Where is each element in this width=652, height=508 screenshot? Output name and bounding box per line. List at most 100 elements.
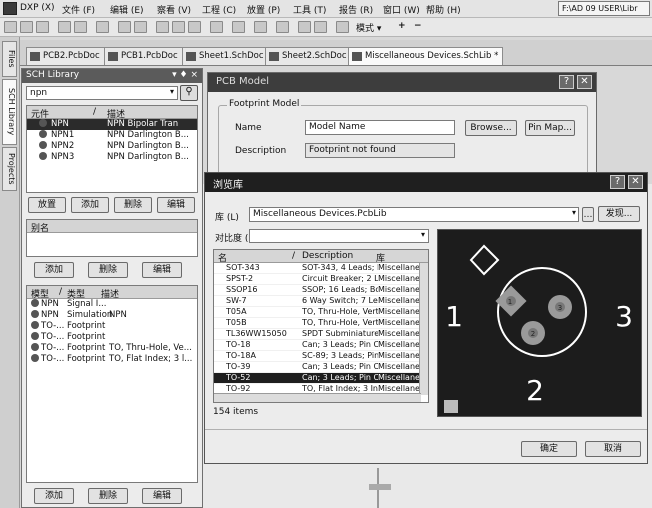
filter-icon[interactable]	[336, 21, 349, 33]
add-model-button[interactable]: 添加	[34, 488, 74, 504]
ok-button[interactable]: 确定	[521, 441, 577, 457]
view-config-icon[interactable]	[444, 400, 458, 413]
delete-component-button[interactable]: 删除	[114, 197, 152, 213]
component-row[interactable]: NPN1 NPN Darlington B...	[27, 130, 197, 141]
model-row[interactable]: TO-... Footprint	[27, 321, 197, 332]
pin-map-button[interactable]: Pin Map...	[525, 120, 575, 136]
tab-pcb1[interactable]: PCB1.PcbDoc	[104, 47, 183, 65]
footprint-row[interactable]: SPST-2 Circuit Breaker; 2 Le Miscellaneo	[214, 274, 428, 285]
model-row[interactable]: TO-... Footprint TO, Thru-Hole, Ve...	[27, 343, 197, 354]
footprint-row[interactable]: TO-52 Can; 3 Leads; Pin Ci Miscellaneo	[214, 373, 428, 384]
component-search-input[interactable]: npn	[26, 86, 178, 100]
menu-edit[interactable]: 编辑 (E)	[110, 3, 144, 16]
footprint-row[interactable]: SW-7 6 Way Switch; 7 Le Miscellaneo	[214, 296, 428, 307]
footprint-preview[interactable]: 1 2 3 1 2 3	[437, 229, 642, 417]
footprint-row[interactable]: TO-39 Can; 3 Leads; Pin Ci Miscellaneo	[214, 362, 428, 373]
remove-icon[interactable]: −	[414, 21, 422, 31]
deselect-icon[interactable]	[254, 21, 267, 33]
print-icon[interactable]	[58, 21, 71, 33]
list-vertical-scrollbar[interactable]	[419, 263, 428, 395]
help-icon[interactable]: ?	[610, 175, 625, 189]
menu-dxp[interactable]: DXP (X)	[20, 3, 55, 13]
find-button[interactable]: 发现...	[598, 206, 640, 222]
zoom-in-icon[interactable]	[118, 21, 131, 33]
footprint-row[interactable]: SSOP16 SSOP; 16 Leads; Bo Miscellaneo	[214, 285, 428, 296]
footprint-row[interactable]: TO-18A SC-89; 3 Leads; Pin Miscellaneo	[214, 351, 428, 362]
model-row[interactable]: NPN Simulation NPN	[27, 310, 197, 321]
browse-button[interactable]: Browse...	[465, 120, 517, 136]
tab-pcb2[interactable]: PCB2.PcbDoc	[26, 47, 105, 65]
model-row[interactable]: TO-... Footprint	[27, 332, 197, 343]
tab-sheet1[interactable]: Sheet1.SchDoc *	[182, 47, 276, 65]
save-icon[interactable]	[36, 21, 49, 33]
model-name-input[interactable]: Model Name	[305, 120, 455, 135]
edit-model-button[interactable]: 编辑	[142, 488, 182, 504]
cross-icon[interactable]	[276, 21, 289, 33]
menu-reports[interactable]: 报告 (R)	[339, 3, 373, 16]
folder-icon[interactable]	[20, 21, 33, 33]
add-alias-button[interactable]: 添加	[34, 262, 74, 278]
menu-project[interactable]: 工程 (C)	[202, 3, 236, 16]
open-icon[interactable]	[4, 21, 17, 33]
cancel-button[interactable]: 取消	[585, 441, 641, 457]
cut-icon[interactable]	[156, 21, 169, 33]
model-row[interactable]: NPN Signal I...	[27, 299, 197, 310]
redo-icon[interactable]	[314, 21, 327, 33]
dxp-app-icon[interactable]	[3, 2, 17, 15]
menu-place[interactable]: 放置 (P)	[247, 3, 280, 16]
library-options-button[interactable]: …	[582, 207, 594, 222]
footprint-row[interactable]: SOT-343 SOT-343, 4 Leads; E Miscellaneo	[214, 263, 428, 274]
model-list[interactable]: 模型 / 类型 描述 NPN Signal I... NPN Simulation NP…	[26, 285, 198, 483]
edit-component-button[interactable]: 编辑	[157, 197, 195, 213]
delete-model-button[interactable]: 删除	[88, 488, 128, 504]
menu-tools[interactable]: 工具 (T)	[293, 3, 326, 16]
select-icon[interactable]	[210, 21, 223, 33]
alias-list[interactable]: 别名	[26, 219, 198, 257]
footprint-row[interactable]: T05A TO, Thru-Hole, Vertk Miscellaneo	[214, 307, 428, 318]
zoom-out-icon[interactable]	[134, 21, 147, 33]
edit-alias-button[interactable]: 编辑	[142, 262, 182, 278]
footprint-row[interactable]: T05B TO, Thru-Hole, Vertk Miscellaneo	[214, 318, 428, 329]
menu-window[interactable]: 窗口 (W)	[383, 3, 420, 16]
browse-icon[interactable]	[96, 21, 109, 33]
help-icon[interactable]: ?	[559, 75, 574, 89]
search-icon[interactable]: ⚲	[180, 85, 198, 101]
menu-view[interactable]: 察看 (V)	[157, 3, 191, 16]
library-select[interactable]: Miscellaneous Devices.PcbLib	[249, 207, 579, 222]
add-component-button[interactable]: 添加	[71, 197, 109, 213]
preview-icon[interactable]	[74, 21, 87, 33]
move-icon[interactable]	[232, 21, 245, 33]
panel-controls[interactable]: ▾ ♦ ×	[172, 70, 198, 80]
component-row[interactable]: NPN3 NPN Darlington B...	[27, 152, 197, 163]
component-list[interactable]: 元件 / 描述 NPN NPN Bipolar Tran NPN1 NPN Darli…	[26, 105, 198, 193]
component-row[interactable]: NPN NPN Bipolar Tran	[27, 119, 197, 130]
chevron-down-icon[interactable]: ▾	[418, 230, 428, 242]
list-horizontal-scrollbar[interactable]	[214, 393, 421, 402]
copy-icon[interactable]	[172, 21, 185, 33]
place-button[interactable]: 放置	[28, 197, 66, 213]
undo-icon[interactable]	[298, 21, 311, 33]
paste-icon[interactable]	[188, 21, 201, 33]
delete-alias-button[interactable]: 删除	[88, 262, 128, 278]
close-icon[interactable]: ✕	[577, 75, 592, 89]
footprint-row[interactable]: TO-18 Can; 3 Leads; Pin Ci Miscellaneo	[214, 340, 428, 351]
chevron-down-icon[interactable]: ▾	[569, 208, 579, 221]
mode-dropdown[interactable]: 模式 ▾	[356, 21, 381, 34]
add-icon[interactable]: +	[398, 21, 406, 31]
col-description[interactable]: Description	[302, 251, 353, 261]
component-row[interactable]: NPN2 NPN Darlington B...	[27, 141, 197, 152]
search-dropdown-icon[interactable]: ▾	[167, 87, 177, 99]
menu-file[interactable]: 文件 (F)	[62, 3, 95, 16]
model-row[interactable]: TO-... Footprint TO, Flat Index; 3 l...	[27, 354, 197, 365]
mask-input[interactable]	[249, 229, 429, 243]
menu-help[interactable]: 帮助 (H)	[426, 3, 461, 16]
path-box[interactable]: F:\AD 09 USER\Libr	[558, 1, 650, 16]
tab-projects[interactable]: Projects	[2, 147, 17, 191]
close-icon[interactable]: ✕	[628, 175, 643, 189]
tab-files[interactable]: Files	[2, 41, 17, 77]
footprint-row[interactable]: TL36WW15050 SPDT Subminiature Miscellaneo	[214, 329, 428, 340]
tab-misc-devices-schlib[interactable]: Miscellaneous Devices.SchLib *	[348, 47, 504, 65]
tab-sheet2[interactable]: Sheet2.SchDoc *	[265, 47, 359, 65]
footprint-list[interactable]: 名 / Description 库 SOT-343 SOT-343, 4 Lead…	[213, 249, 429, 403]
tab-sch-library[interactable]: SCH Library	[2, 79, 17, 145]
